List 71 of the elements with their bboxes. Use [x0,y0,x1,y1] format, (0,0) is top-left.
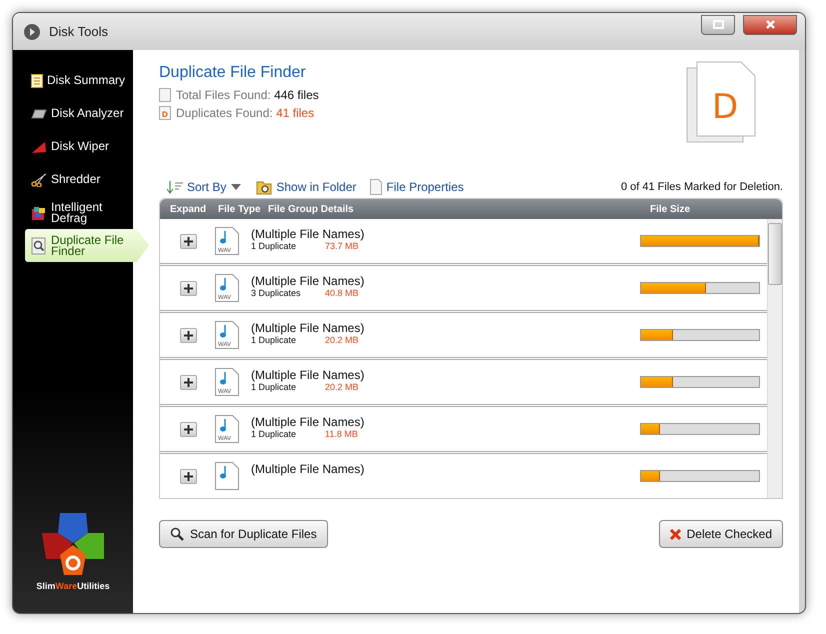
close-icon [764,19,776,30]
file-name: (Multiple File Names) [251,368,366,382]
stat-text: Duplicates Found: 41 files [176,106,314,120]
duplicate-count: 1 Duplicate [251,335,298,345]
column-header: Expand [169,204,208,214]
expand-button[interactable] [180,469,197,484]
duplicate-count: 3 Duplicates [251,288,302,298]
duplicate-count: 1 Duplicate [251,382,298,392]
duplicate-count: 1 Duplicate [251,429,298,439]
table-row[interactable]: (Multiple File Names) [160,454,767,498]
duplicate-count: 1 Duplicate [251,241,298,251]
folder-search-icon [256,179,272,195]
stat-text: Total Files Found: 446 files [176,88,319,102]
document-icon [370,179,382,195]
expand-button[interactable] [180,234,197,249]
plus-icon [184,472,193,481]
maximize-icon [712,20,724,29]
column-header: File Group Details [268,204,355,214]
file-name: (Multiple File Names) [251,274,366,288]
plus-icon [184,378,193,387]
search-icon [170,527,184,541]
file-size: 73.7 MB [325,241,359,251]
play-icon [23,22,41,40]
sidebar-item[interactable]: Disk Summary [23,64,133,97]
sidebar-item[interactable]: Duplicate File Finder [25,229,149,262]
plus-icon [184,284,193,293]
plus-icon [184,331,193,340]
plus-icon [184,237,193,246]
file-name: (Multiple File Names) [251,321,366,335]
close-button[interactable] [743,14,797,34]
sort-icon [167,180,183,194]
marked-count: 0 of 41 Files Marked for Deletion. [620,181,783,193]
page-title: Duplicate File Finder [159,64,307,82]
close-icon [670,528,681,540]
sidebar-item[interactable]: Intelligent Defrag [23,196,133,229]
sidebar-item[interactable]: Disk Analyzer [23,97,133,130]
expand-button[interactable] [180,375,197,390]
pushpin-icon [31,140,47,154]
document-icon [31,74,43,88]
column-header: File Type [218,204,262,214]
document-icon [159,88,171,102]
sidebar-item[interactable]: Shredder [23,163,133,196]
expand-button[interactable] [180,328,197,343]
delete-button[interactable]: Delete Checked [658,520,783,548]
maximize-button[interactable] [701,14,735,34]
file-properties-link[interactable]: File Properties [370,179,464,195]
sidebar-item[interactable]: Disk Wiper [23,130,133,163]
file-size: 20.2 MB [325,335,359,345]
column-header: File Size [650,204,692,214]
duplicate-document-icon: D [159,106,171,120]
file-size: 20.2 MB [325,382,359,392]
show-in-folder-link[interactable]: Show in Folder [256,179,356,195]
hard-drive-icon [31,108,47,118]
scrollbar[interactable] [767,219,782,498]
magnifier-document-icon [31,236,47,254]
expand-button[interactable] [180,422,197,437]
scan-button[interactable]: Scan for Duplicate Files [159,520,328,548]
file-name: (Multiple File Names) [251,415,366,429]
window-title: Disk Tools [49,24,110,39]
file-name: (Multiple File Names) [251,227,366,241]
file-name: (Multiple File Names) [251,462,366,476]
scissors-icon [31,172,47,186]
blocks-icon [31,204,47,220]
plus-icon [184,425,193,434]
file-size: 40.8 MB [325,288,359,298]
caret-icon [230,183,242,191]
file-size: 11.8 MB [325,429,358,439]
logo-text: SlimWareUtilities [36,581,110,591]
expand-button[interactable] [180,281,197,296]
sort-by-link[interactable]: Sort By [167,180,242,194]
audio-file-icon [215,462,239,490]
